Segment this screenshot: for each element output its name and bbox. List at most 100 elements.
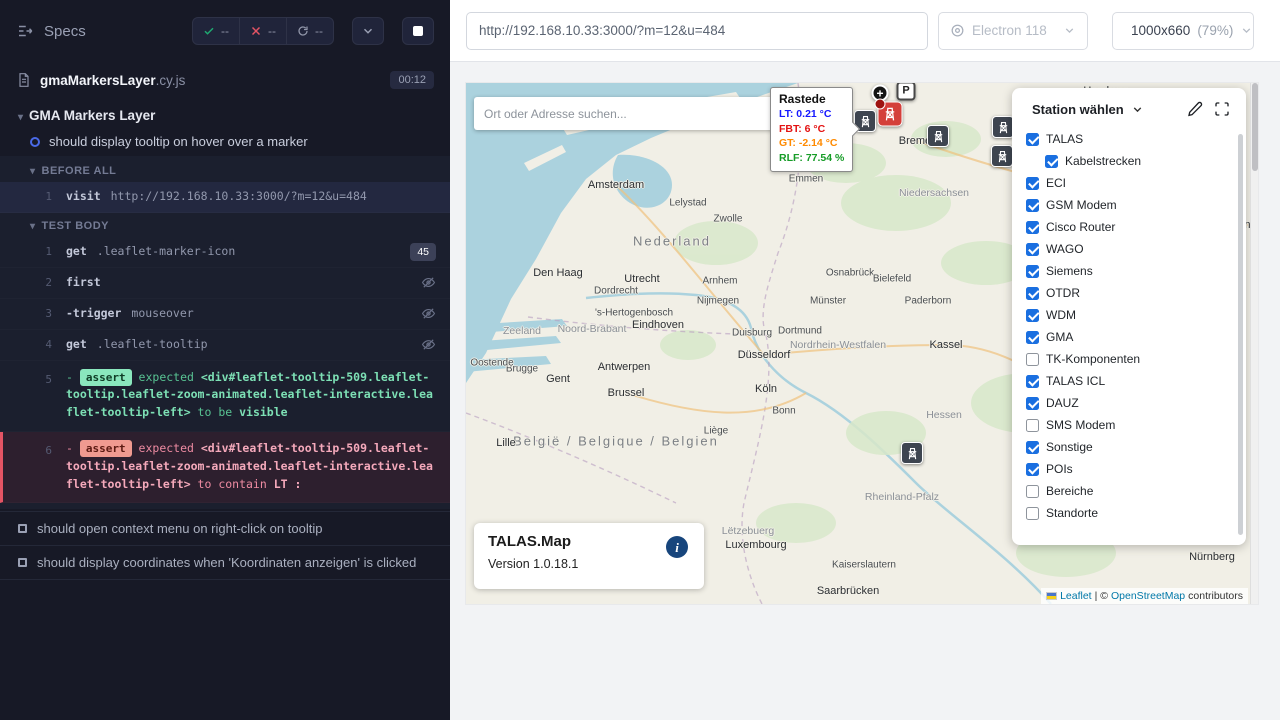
checkbox[interactable]	[1026, 331, 1039, 344]
hook-test-body[interactable]: ▾TEST BODY	[0, 213, 450, 237]
station-filter-item[interactable]: Kabelstrecken	[1045, 150, 1238, 172]
pending-test-row[interactable]: should display coordinates when 'Koordin…	[0, 545, 450, 580]
command-row[interactable]: 1get.leaflet-marker-icon45	[0, 237, 450, 268]
active-test-row[interactable]: should display tooltip on hover over a m…	[0, 129, 450, 156]
edit-pencil-icon[interactable]	[1187, 101, 1203, 117]
specs-menu-button[interactable]	[16, 22, 34, 40]
search-input[interactable]	[484, 107, 767, 121]
tooltip-measurement-row: RLF: 77.54 %	[779, 151, 844, 166]
station-filter-item[interactable]: OTDR	[1026, 282, 1238, 304]
command-row[interactable]: 3-triggermouseover	[0, 299, 450, 330]
measurement-label: LT:	[779, 108, 793, 120]
station-marker[interactable]	[991, 145, 1013, 167]
command-row[interactable]: 4get.leaflet-tooltip	[0, 330, 450, 361]
panel-scrollbar[interactable]	[1238, 134, 1243, 535]
station-filter-item[interactable]: WDM	[1026, 304, 1238, 326]
command-row[interactable]: 1visithttp://192.168.10.33:3000/?m=12&u=…	[0, 182, 450, 213]
stat-passed-count: --	[221, 24, 229, 38]
tooltip-measurement-row: GT: -2.14 °C	[779, 136, 844, 151]
checkbox[interactable]	[1026, 463, 1039, 476]
spec-duration-badge: 00:12	[390, 71, 434, 89]
checkbox[interactable]	[1045, 155, 1058, 168]
url-input[interactable]	[466, 12, 928, 50]
browser-select[interactable]: Electron 118	[938, 12, 1088, 50]
leaflet-link[interactable]: Leaflet	[1060, 590, 1092, 602]
chevron-down-icon	[1240, 24, 1253, 37]
selected-station-marker[interactable]	[878, 102, 903, 127]
station-filter-item[interactable]: TALAS	[1026, 128, 1238, 150]
station-marker[interactable]	[992, 116, 1014, 138]
specs-title: Specs	[44, 23, 86, 40]
aut-stage: Electron 118 1000x660 (79%)	[450, 0, 1280, 720]
station-marker[interactable]	[901, 442, 923, 464]
command-message: http://192.168.10.33:3000/?m=12&u=484	[111, 189, 367, 203]
command-row[interactable]: 6- assert expected <div#leaflet-tooltip-…	[0, 432, 450, 503]
checkbox[interactable]	[1026, 177, 1039, 190]
station-filter-item[interactable]: Sonstige	[1026, 436, 1238, 458]
station-filter-label: POIs	[1046, 462, 1073, 476]
checkbox[interactable]	[1026, 133, 1039, 146]
poi-p-marker[interactable]: P	[897, 83, 916, 101]
command-content: - assert expected <div#leaflet-tooltip-5…	[66, 369, 436, 422]
spec-row[interactable]: gmaMarkersLayer.cy.js 00:12	[0, 62, 450, 100]
station-filter-item[interactable]: ECI	[1026, 172, 1238, 194]
command-content: first	[66, 274, 411, 292]
suite-row[interactable]: ▾GMA Markers Layer	[0, 100, 450, 129]
checkbox[interactable]	[1026, 243, 1039, 256]
station-filter-item[interactable]: WAGO	[1026, 238, 1238, 260]
checkbox[interactable]	[1026, 485, 1039, 498]
app-scrollbar[interactable]	[1250, 83, 1258, 604]
stop-button[interactable]	[402, 17, 434, 45]
station-filter-item[interactable]: GMA	[1026, 326, 1238, 348]
checkbox[interactable]	[1026, 221, 1039, 234]
command-content: visithttp://192.168.10.33:3000/?m=12&u=4…	[66, 188, 436, 206]
expand-icon[interactable]	[1214, 101, 1230, 117]
chevron-down-icon[interactable]	[1131, 103, 1144, 116]
station-filter-item[interactable]: SMS Modem	[1026, 414, 1238, 436]
station-filter-item[interactable]: Bereiche	[1026, 480, 1238, 502]
scrollbar-thumb[interactable]	[1252, 83, 1258, 171]
viewport-select[interactable]: 1000x660 (79%)	[1112, 12, 1254, 50]
station-marker[interactable]	[927, 125, 949, 147]
command-row[interactable]: 5- assert expected <div#leaflet-tooltip-…	[0, 361, 450, 432]
station-filter-item[interactable]: Siemens	[1026, 260, 1238, 282]
checkbox[interactable]	[1026, 309, 1039, 322]
measurement-value: 0.21 °C	[793, 108, 831, 120]
station-filter-item[interactable]: TALAS ICL	[1026, 370, 1238, 392]
command-message: .leaflet-tooltip	[97, 337, 208, 351]
station-filter-label: SMS Modem	[1046, 418, 1115, 432]
checkbox[interactable]	[1026, 419, 1039, 432]
checkbox[interactable]	[1026, 353, 1039, 366]
marker-tooltip[interactable]: Rastede LT: 0.21 °CFBT: 6 °CGT: -2.14 °C…	[770, 87, 853, 172]
checkbox[interactable]	[1026, 375, 1039, 388]
attribution-suffix: contributors	[1188, 590, 1243, 602]
checkbox[interactable]	[1026, 199, 1039, 212]
assert-message-part: to contain	[191, 477, 274, 491]
station-filter-item[interactable]: TK-Komponenten	[1026, 348, 1238, 370]
station-filter-item[interactable]: POIs	[1026, 458, 1238, 480]
checkbox[interactable]	[1026, 507, 1039, 520]
leaflet-map[interactable]: HamburgBremenNiedersachsenHannoverLeeuwa…	[466, 83, 1258, 604]
stat-pending: --	[287, 18, 333, 44]
measurement-label: FBT:	[779, 123, 802, 135]
checkbox[interactable]	[1026, 441, 1039, 454]
station-filter-item[interactable]: DAUZ	[1026, 392, 1238, 414]
station-filter-label: GSM Modem	[1046, 198, 1117, 212]
station-panel-title[interactable]: Station wählen	[1032, 102, 1124, 117]
station-filter-item[interactable]: Standorte	[1026, 502, 1238, 524]
station-filter-item[interactable]: Cisco Router	[1026, 216, 1238, 238]
station-filter-label: Standorte	[1046, 506, 1098, 520]
stat-failed: --	[240, 18, 287, 44]
checkbox[interactable]	[1026, 287, 1039, 300]
map-info-card: TALAS.Map Version 1.0.18.1 i	[474, 523, 704, 589]
checkbox[interactable]	[1026, 397, 1039, 410]
pending-test-row[interactable]: should open context menu on right-click …	[0, 511, 450, 545]
command-row[interactable]: 2first	[0, 268, 450, 299]
hook-before-all[interactable]: ▾BEFORE ALL	[0, 158, 450, 182]
collapse-button[interactable]	[352, 17, 384, 45]
openstreetmap-link[interactable]: OpenStreetMap	[1111, 590, 1185, 602]
command-dash: -	[66, 441, 80, 455]
station-filter-item[interactable]: GSM Modem	[1026, 194, 1238, 216]
checkbox[interactable]	[1026, 265, 1039, 278]
info-icon[interactable]: i	[666, 536, 688, 558]
